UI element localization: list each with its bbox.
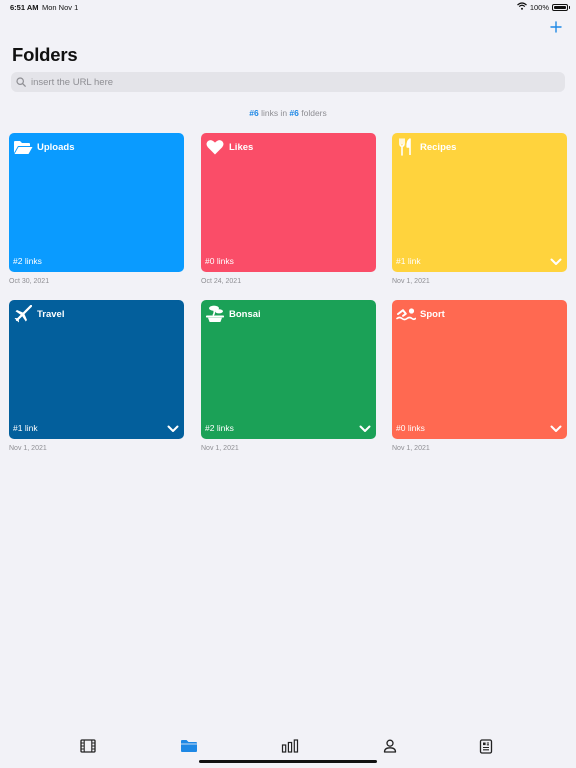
- folder-card-recipes[interactable]: Recipes #1 link: [392, 133, 567, 272]
- folder-date: Oct 24, 2021: [201, 278, 242, 285]
- page-title: Folders: [12, 44, 78, 65]
- folders-word: folders: [298, 108, 327, 118]
- folder-title: Travel: [37, 308, 65, 320]
- folder-open-icon: [13, 138, 33, 156]
- folder-date: Oct 30, 2021: [9, 278, 50, 285]
- links-count: #6: [249, 108, 259, 118]
- folder-title: Uploads: [37, 141, 75, 153]
- battery-percent: 100%: [529, 2, 549, 12]
- tab-film[interactable]: [76, 735, 100, 757]
- folder-title: Recipes: [420, 141, 457, 153]
- links-summary: #6 links in #6 folders: [0, 108, 576, 118]
- folder-icon: [181, 740, 197, 752]
- folder-link-count: #0 links: [396, 423, 425, 433]
- folder-link-count: #2 links: [205, 423, 234, 433]
- status-indicators: 100%: [516, 2, 570, 12]
- folder-link-count: #0 links: [205, 256, 234, 266]
- folder-date: Nov 1, 2021: [201, 445, 239, 452]
- chevron-down-icon[interactable]: [549, 257, 563, 267]
- bonsai-icon: [205, 305, 225, 323]
- home-indicator[interactable]: [199, 760, 377, 763]
- add-folder-button[interactable]: [546, 17, 566, 37]
- swimmer-icon: [396, 305, 416, 323]
- chevron-down-icon[interactable]: [358, 424, 372, 434]
- document-icon: [479, 738, 493, 754]
- chevron-down-icon[interactable]: [549, 424, 563, 434]
- search-icon: [16, 77, 26, 87]
- battery-icon: [552, 3, 570, 11]
- folder-date: Nov 1, 2021: [9, 445, 47, 452]
- wifi-icon: [516, 2, 527, 12]
- fork-knife-icon: [396, 138, 416, 156]
- heart-icon: [205, 138, 225, 156]
- folder-card-likes[interactable]: Likes #0 links: [201, 133, 376, 272]
- tab-stats[interactable]: [278, 735, 302, 757]
- chevron-down-icon[interactable]: [166, 424, 180, 434]
- folders-count: #6: [289, 108, 299, 118]
- search-bar[interactable]: [11, 72, 565, 92]
- person-icon: [383, 739, 397, 753]
- folder-title: Sport: [420, 308, 445, 320]
- status-bar: 6:51 AM Mon Nov 1 100%: [0, 0, 576, 16]
- folder-card-uploads[interactable]: Uploads #2 links: [9, 133, 184, 272]
- folder-date: Nov 1, 2021: [392, 278, 430, 285]
- folder-link-count: #2 links: [13, 256, 42, 266]
- folder-date: Nov 1, 2021: [392, 445, 430, 452]
- folder-card-sport[interactable]: Sport #0 links: [392, 300, 567, 439]
- film-icon: [80, 739, 96, 753]
- status-time: 6:51 AM: [10, 3, 39, 12]
- tab-folders[interactable]: [177, 735, 201, 757]
- status-date: Mon Nov 1: [42, 3, 79, 12]
- folder-card-bonsai[interactable]: Bonsai #2 links: [201, 300, 376, 439]
- tab-profile[interactable]: [378, 735, 402, 757]
- folder-title: Bonsai: [229, 308, 261, 320]
- bar-chart-icon: [281, 739, 299, 753]
- folder-link-count: #1 link: [13, 423, 38, 433]
- tab-bar: [0, 735, 576, 757]
- airplane-icon: [13, 305, 33, 323]
- search-input[interactable]: [29, 75, 553, 89]
- folder-link-count: #1 link: [396, 256, 421, 266]
- tab-document[interactable]: [474, 735, 498, 757]
- folder-title: Likes: [229, 141, 254, 153]
- links-word: links in: [258, 108, 290, 118]
- folder-card-travel[interactable]: Travel #1 link: [9, 300, 184, 439]
- plus-icon: [550, 21, 562, 33]
